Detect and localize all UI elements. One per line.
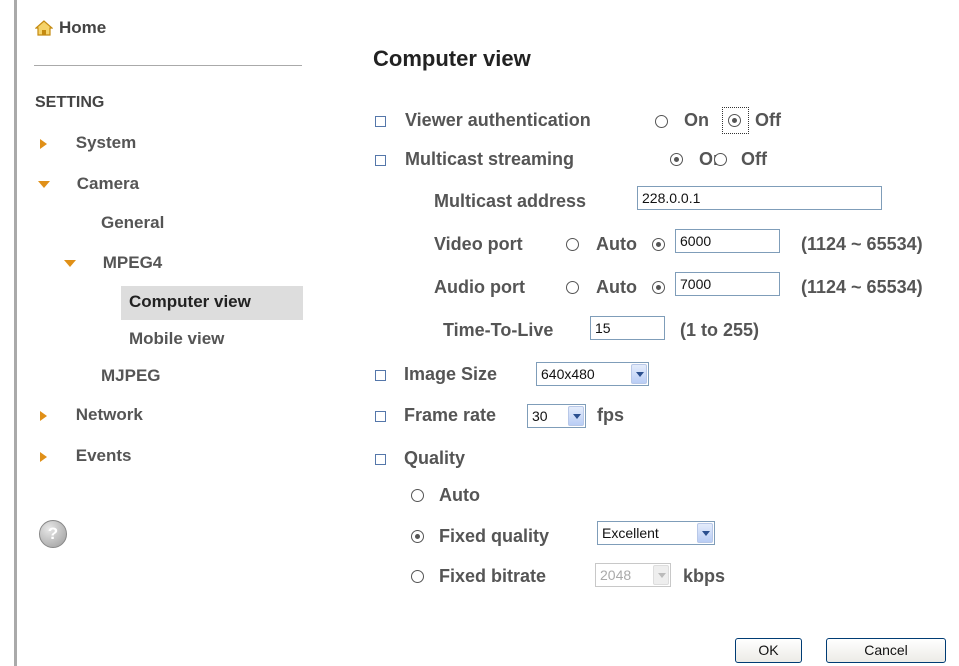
bullet-square-icon xyxy=(375,454,386,465)
sidebar-item-general[interactable]: General xyxy=(101,213,164,233)
viewer-auth-label: Viewer authentication xyxy=(405,110,591,130)
quality-label: Quality xyxy=(404,448,466,468)
ok-button[interactable]: OK xyxy=(735,638,802,663)
audio-port-manual-radio[interactable] xyxy=(652,281,665,294)
bitrate-unit: kbps xyxy=(683,566,726,586)
page-title: Computer view xyxy=(373,46,531,71)
sidebar-item-label: MPEG4 xyxy=(102,253,163,272)
help-icon[interactable]: ? xyxy=(39,520,67,548)
multicast-label: Multicast streaming xyxy=(405,149,575,169)
sidebar-item-computer-view[interactable]: Computer view xyxy=(129,292,251,312)
fixed-quality-label: Fixed quality xyxy=(439,526,550,546)
fixed-bitrate-label: Fixed bitrate xyxy=(439,566,547,586)
dropdown-arrow-icon xyxy=(631,364,647,384)
expand-arrow-icon xyxy=(40,410,47,421)
image-size-select[interactable]: 640x480 xyxy=(536,362,649,386)
quality-auto-radio[interactable] xyxy=(411,489,424,502)
multicast-off-radio[interactable] xyxy=(714,153,727,166)
frame-rate-unit: fps xyxy=(597,405,624,425)
sidebar-item-label: Events xyxy=(75,446,132,465)
sidebar-item-label: System xyxy=(75,133,137,152)
cancel-button[interactable]: Cancel xyxy=(826,638,946,663)
viewer-auth-off-label: Off xyxy=(755,110,781,130)
video-port-range: (1124 ~ 65534) xyxy=(801,234,923,254)
audio-port-label: Audio port xyxy=(434,277,525,297)
dropdown-arrow-icon xyxy=(653,565,669,585)
ttl-label: Time-To-Live xyxy=(443,320,554,340)
bullet-square-icon xyxy=(375,370,386,381)
bullet-square-icon xyxy=(375,411,386,422)
audio-port-input[interactable]: 7000 xyxy=(675,272,780,296)
video-port-auto-label: Auto xyxy=(596,234,637,254)
audio-port-range: (1124 ~ 65534) xyxy=(801,277,923,297)
home-label: Home xyxy=(59,18,107,37)
frame-rate-value: 30 xyxy=(532,408,548,424)
sidebar-item-label: Network xyxy=(75,405,143,424)
sidebar-divider xyxy=(34,65,302,66)
quality-auto-label: Auto xyxy=(439,485,480,505)
audio-port-auto-radio[interactable] xyxy=(566,281,579,294)
viewer-auth-on-radio[interactable] xyxy=(655,115,668,128)
ttl-range: (1 to 255) xyxy=(680,320,760,340)
dropdown-arrow-icon xyxy=(568,406,584,426)
ttl-input[interactable]: 15 xyxy=(590,316,665,340)
video-port-input[interactable]: 6000 xyxy=(675,229,780,253)
collapse-arrow-icon xyxy=(64,260,76,268)
video-port-label: Video port xyxy=(434,234,523,254)
collapse-arrow-icon xyxy=(38,181,50,189)
sidebar-item-events[interactable]: Events xyxy=(40,446,131,466)
audio-port-auto-label: Auto xyxy=(596,277,637,297)
frame-rate-label: Frame rate xyxy=(404,405,497,425)
expand-arrow-icon xyxy=(40,138,47,149)
sidebar-item-mpeg4[interactable]: MPEG4 xyxy=(64,253,162,273)
sidebar-item-mobile-view[interactable]: Mobile view xyxy=(129,329,224,349)
image-size-label: Image Size xyxy=(404,364,498,384)
fixed-quality-value: Excellent xyxy=(602,525,659,541)
sidebar-item-label: Camera xyxy=(76,174,140,193)
bullet-square-icon xyxy=(375,116,386,127)
sidebar-item-system[interactable]: System xyxy=(40,133,136,153)
sidebar-item-network[interactable]: Network xyxy=(40,405,143,425)
setting-heading: SETTING xyxy=(35,94,105,111)
video-port-manual-radio[interactable] xyxy=(652,238,665,251)
image-size-value: 640x480 xyxy=(541,366,595,382)
video-port-auto-radio[interactable] xyxy=(566,238,579,251)
fixed-bitrate-radio[interactable] xyxy=(411,570,424,583)
multicast-off-label: Off xyxy=(741,149,767,169)
multicast-on-radio[interactable] xyxy=(670,153,683,166)
fixed-bitrate-value: 2048 xyxy=(600,567,632,583)
home-link[interactable]: Home xyxy=(35,18,106,38)
multicast-address-input[interactable]: 228.0.0.1 xyxy=(637,186,882,210)
frame-rate-select[interactable]: 30 xyxy=(527,404,586,428)
bullet-square-icon xyxy=(375,155,386,166)
viewer-auth-on-label: On xyxy=(684,110,709,130)
fixed-bitrate-select[interactable]: 2048 xyxy=(595,563,671,587)
fixed-quality-select[interactable]: Excellent xyxy=(597,521,715,545)
dropdown-arrow-icon xyxy=(697,523,713,543)
fixed-quality-radio[interactable] xyxy=(411,530,424,543)
expand-arrow-icon xyxy=(40,451,47,462)
multicast-address-label: Multicast address xyxy=(434,191,587,211)
home-icon xyxy=(35,20,53,36)
left-border xyxy=(14,0,17,666)
sidebar-item-mjpeg[interactable]: MJPEG xyxy=(101,366,161,386)
viewer-auth-off-radio[interactable] xyxy=(728,114,741,127)
sidebar-item-camera[interactable]: Camera xyxy=(38,174,139,194)
